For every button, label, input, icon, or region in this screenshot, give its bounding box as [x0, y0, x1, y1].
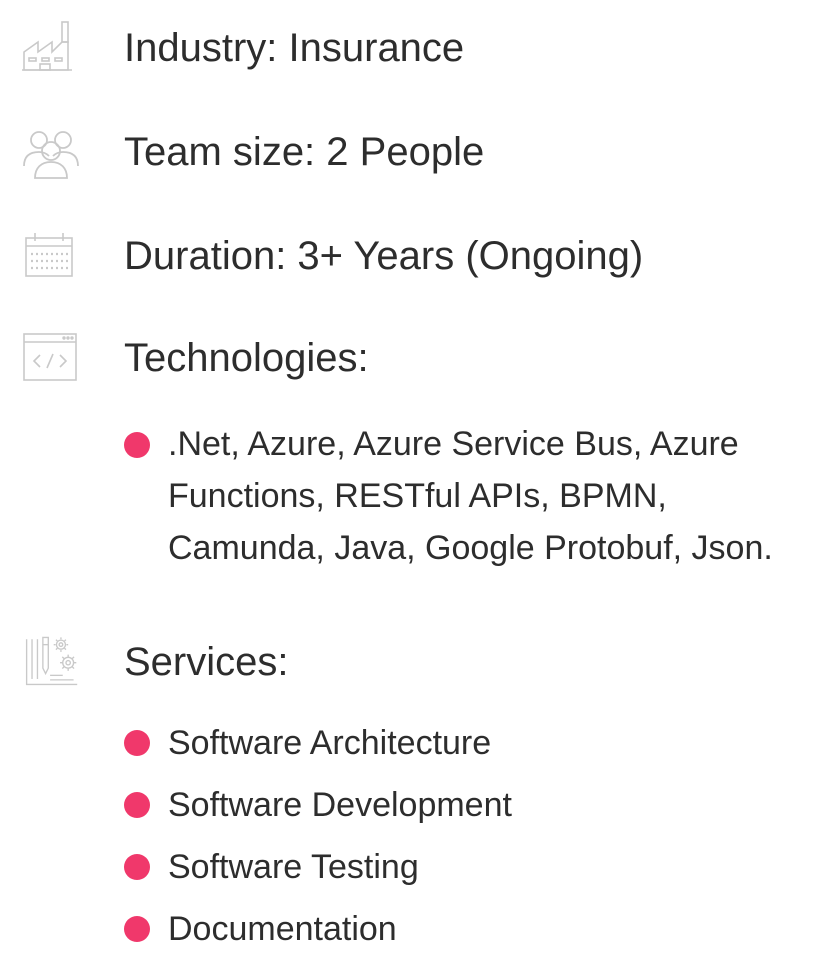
blueprint-gears-icon [20, 632, 82, 688]
service-item-label: Software Architecture [168, 724, 492, 762]
calendar-icon [20, 228, 82, 284]
list-item: Software Testing [124, 836, 804, 898]
bullet-dot-icon [124, 916, 150, 942]
services-label: Services: [124, 640, 289, 684]
service-item-label: Software Testing [168, 848, 419, 886]
technologies-text: .Net, Azure, Azure Service Bus, Azure Fu… [168, 425, 773, 567]
bullet-dot-icon [124, 730, 150, 756]
services-list: Software Architecture Software Developme… [124, 712, 804, 960]
technologies-label: Technologies: [124, 336, 369, 380]
duration-label: Duration: 3+ Years (Ongoing) [124, 234, 644, 278]
list-item: Software Development [124, 774, 804, 836]
team-people-icon [20, 124, 82, 180]
technologies-list: .Net, Azure, Azure Service Bus, Azure Fu… [124, 418, 804, 574]
factory-icon [20, 20, 82, 76]
code-window-icon [20, 330, 82, 386]
list-item: Documentation [124, 898, 804, 960]
bullet-dot-icon [124, 432, 150, 458]
bullet-dot-icon [124, 854, 150, 880]
industry-label: Industry: Insurance [124, 26, 465, 70]
list-item: .Net, Azure, Azure Service Bus, Azure Fu… [124, 418, 804, 574]
service-item-label: Software Development [168, 786, 512, 824]
list-item: Software Architecture [124, 712, 804, 774]
bullet-dot-icon [124, 792, 150, 818]
team-size-label: Team size: 2 People [124, 130, 485, 174]
service-item-label: Documentation [168, 910, 397, 948]
